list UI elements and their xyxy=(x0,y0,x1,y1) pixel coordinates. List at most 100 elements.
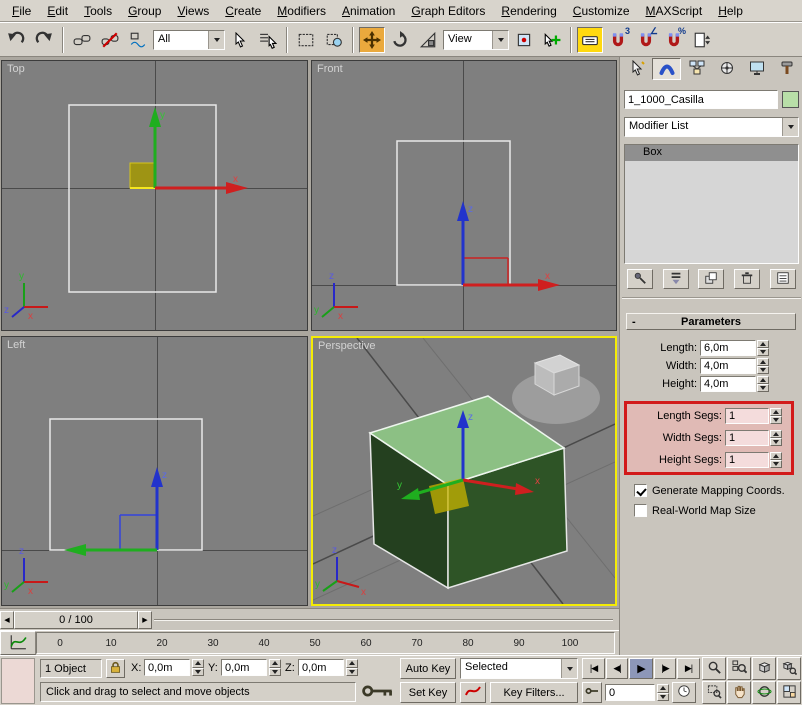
select-object-button[interactable] xyxy=(227,27,253,53)
generate-mapping-checkbox[interactable] xyxy=(634,484,647,497)
viewport-perspective[interactable]: z x y z x y Perspective xyxy=(311,336,617,606)
box-left-wireframe[interactable] xyxy=(49,418,203,551)
width-field[interactable]: 4,0m xyxy=(700,357,756,374)
menu-item-maxscript[interactable]: MAXScript xyxy=(638,1,711,21)
menu-item-modifiers[interactable]: Modifiers xyxy=(269,1,334,21)
x-coord-spinner[interactable] xyxy=(192,659,204,676)
time-slider-back-button[interactable]: ◀ xyxy=(0,610,14,629)
length-segs-spinner[interactable] xyxy=(770,407,782,424)
spinner-snap-button[interactable] xyxy=(689,27,715,53)
pan-button[interactable] xyxy=(727,681,751,704)
z-coord-field[interactable]: 0,0m xyxy=(298,659,344,676)
angle-snap-button[interactable]: ∠ xyxy=(633,26,659,53)
next-frame-button[interactable]: |▶ xyxy=(654,658,676,679)
percent-snap-button[interactable]: % xyxy=(661,26,687,53)
configure-modifier-sets-button[interactable] xyxy=(770,269,797,289)
window-crossing-toggle-button[interactable] xyxy=(321,27,347,53)
viewport-left-canvas[interactable]: z z x y xyxy=(2,337,307,605)
zoom-extents-all-button[interactable] xyxy=(777,657,801,680)
time-slider[interactable]: 0 / 100 xyxy=(14,610,138,629)
select-by-name-button[interactable] xyxy=(255,27,281,53)
menu-item-group[interactable]: Group xyxy=(120,1,169,21)
selection-lock-button[interactable] xyxy=(106,659,125,678)
zoom-all-button[interactable] xyxy=(727,657,751,680)
menu-item-edit[interactable]: Edit xyxy=(39,1,76,21)
viewport-front[interactable]: z x z x y Front xyxy=(311,60,617,331)
selection-filter-dropdown[interactable]: All xyxy=(153,29,225,50)
bind-to-space-warp-button[interactable] xyxy=(125,27,151,53)
x-coord-field[interactable]: 0,0m xyxy=(144,659,190,676)
tab-display[interactable] xyxy=(742,58,771,80)
box-object[interactable] xyxy=(368,395,568,590)
select-and-scale-button[interactable] xyxy=(415,27,441,53)
time-configuration-button[interactable] xyxy=(672,682,696,703)
current-frame-field[interactable]: 0 xyxy=(605,684,655,701)
show-end-result-button[interactable] xyxy=(662,269,689,289)
go-to-end-button[interactable]: ▶| xyxy=(677,658,700,679)
select-and-manipulate-button[interactable] xyxy=(539,27,565,53)
viewport-perspective-canvas[interactable]: z x y z x y xyxy=(313,338,615,604)
menu-item-customize[interactable]: Customize xyxy=(565,1,638,21)
reference-coordinate-system-dropdown[interactable]: View xyxy=(443,29,509,50)
previous-frame-button[interactable]: ◀| xyxy=(606,658,628,679)
pin-stack-button[interactable] xyxy=(626,269,653,289)
menu-item-views[interactable]: Views xyxy=(169,1,217,21)
set-key-mode-button[interactable] xyxy=(360,682,396,702)
y-coord-field[interactable]: 0,0m xyxy=(221,659,267,676)
time-slider-forward-button[interactable]: ▶ xyxy=(138,610,152,629)
object-name-field[interactable]: 1_1000_Casilla xyxy=(624,90,778,109)
use-pivot-point-center-button[interactable] xyxy=(511,27,537,53)
height-segs-spinner[interactable] xyxy=(770,451,782,468)
select-and-rotate-button[interactable] xyxy=(387,27,413,53)
real-world-checkbox[interactable] xyxy=(634,504,647,517)
maximize-viewport-button[interactable] xyxy=(777,681,801,704)
play-button[interactable]: ▶ xyxy=(629,658,653,679)
track-ruler[interactable]: 0 10 20 30 40 50 60 70 80 90 100 xyxy=(36,632,615,654)
menu-item-rendering[interactable]: Rendering xyxy=(493,1,564,21)
box-top-wireframe[interactable] xyxy=(68,104,217,293)
time-slider-track[interactable] xyxy=(152,611,619,629)
width-segs-spinner[interactable] xyxy=(770,429,782,446)
selection-set-dropdown[interactable]: Selected xyxy=(460,658,578,679)
tab-create[interactable] xyxy=(622,58,651,80)
dropdown-arrow-icon[interactable] xyxy=(492,30,508,49)
viewport-top[interactable]: y x y x z Top xyxy=(1,60,308,331)
set-key-button[interactable]: Set Key xyxy=(400,682,456,703)
menu-item-animation[interactable]: Animation xyxy=(334,1,403,21)
redo-button[interactable] xyxy=(31,27,57,53)
open-mini-curve-editor-button[interactable] xyxy=(0,631,36,655)
height-field[interactable]: 4,0m xyxy=(700,375,756,392)
current-frame-spinner[interactable] xyxy=(657,684,669,701)
length-segs-field[interactable]: 1 xyxy=(725,407,769,424)
viewport-perspective-label[interactable]: Perspective xyxy=(318,340,375,352)
dropdown-arrow-icon[interactable] xyxy=(782,118,798,136)
object-color-swatch[interactable] xyxy=(782,91,799,108)
go-to-start-button[interactable]: |◀ xyxy=(582,658,605,679)
snaps-toggle-button[interactable]: 3 xyxy=(605,26,631,53)
tab-hierarchy[interactable] xyxy=(682,58,711,80)
key-filters-button[interactable]: Key Filters... xyxy=(490,682,578,703)
default-in-out-tangents-button[interactable] xyxy=(460,682,486,703)
move-gizmo-front[interactable]: z x xyxy=(457,201,560,291)
width-spinner[interactable] xyxy=(757,357,769,374)
viewport-left-label[interactable]: Left xyxy=(7,339,25,351)
box-front-wireframe[interactable] xyxy=(396,140,511,286)
undo-button[interactable] xyxy=(3,27,29,53)
keyboard-shortcut-override-button[interactable] xyxy=(577,26,603,53)
dropdown-arrow-icon[interactable] xyxy=(208,30,224,49)
width-segs-field[interactable]: 1 xyxy=(725,429,769,446)
tab-utilities[interactable] xyxy=(772,58,801,80)
viewport-front-canvas[interactable]: z x z x y xyxy=(312,61,616,330)
unlink-selection-button[interactable] xyxy=(97,27,123,53)
move-gizmo-left[interactable]: z xyxy=(64,467,167,556)
select-and-link-button[interactable] xyxy=(69,27,95,53)
y-coord-spinner[interactable] xyxy=(269,659,281,676)
menu-item-graph-editors[interactable]: Graph Editors xyxy=(403,1,493,21)
parameters-rollout-header[interactable]: - Parameters xyxy=(626,313,796,330)
zoom-extents-button[interactable] xyxy=(752,657,776,680)
remove-modifier-button[interactable] xyxy=(734,269,761,289)
auto-key-button[interactable]: Auto Key xyxy=(400,658,456,679)
menu-item-tools[interactable]: Tools xyxy=(76,1,120,21)
zoom-button[interactable] xyxy=(702,657,726,680)
dropdown-arrow-icon[interactable] xyxy=(561,659,577,678)
